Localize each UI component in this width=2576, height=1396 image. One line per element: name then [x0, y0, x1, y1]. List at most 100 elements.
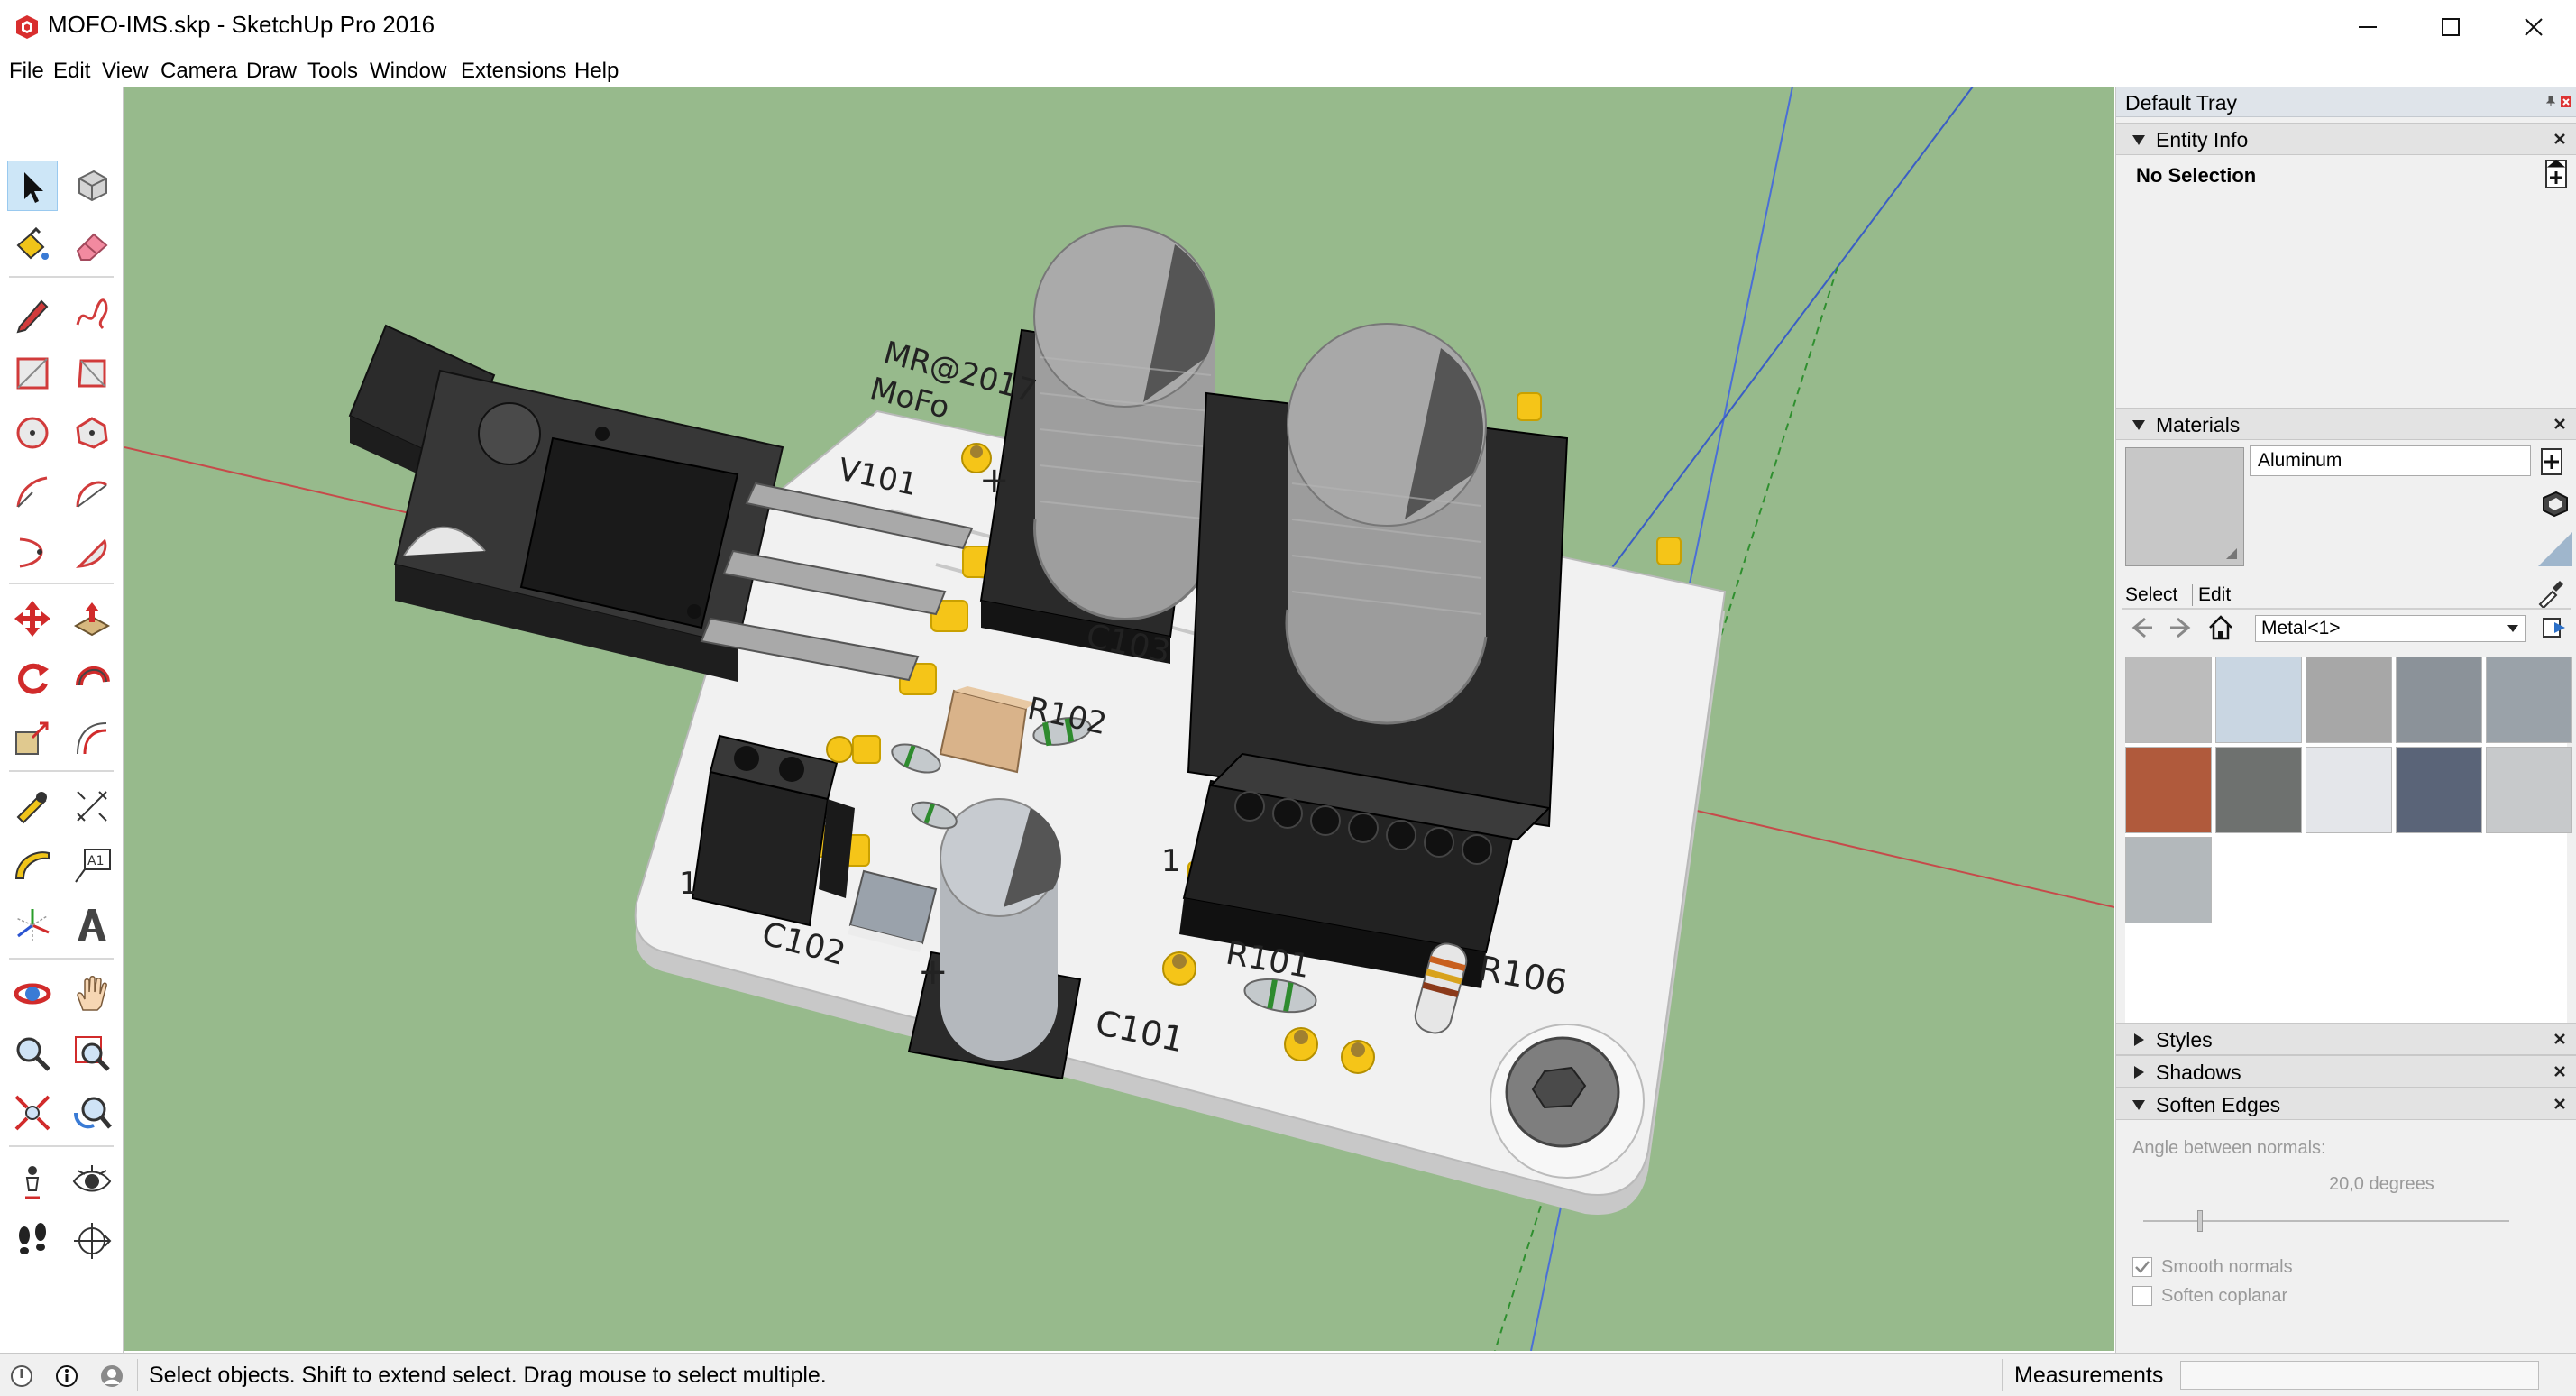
- menu-edit[interactable]: Edit: [53, 56, 90, 87]
- material-swatch[interactable]: [2215, 747, 2302, 833]
- shadows-header[interactable]: Shadows: [2116, 1055, 2576, 1088]
- materials-header[interactable]: Materials: [2116, 408, 2576, 440]
- zoom-tool-button[interactable]: [7, 1028, 58, 1079]
- pie-tool-button[interactable]: [67, 527, 117, 577]
- pan-tool-button[interactable]: [67, 969, 117, 1019]
- eyedropper-icon[interactable]: [2536, 579, 2565, 608]
- panel-close-icon[interactable]: [2552, 131, 2568, 147]
- angle-slider[interactable]: [2143, 1210, 2509, 1232]
- tab-select[interactable]: Select: [2125, 584, 2177, 606]
- material-swatch[interactable]: [2486, 657, 2572, 743]
- library-value: Metal<1>: [2261, 618, 2341, 638]
- material-swatch[interactable]: [2125, 747, 2212, 833]
- text-tool-button[interactable]: A1: [67, 840, 117, 891]
- close-button[interactable]: [2492, 0, 2575, 56]
- three-point-arc-button[interactable]: [7, 527, 58, 577]
- panel-close-icon[interactable]: [2552, 416, 2568, 432]
- material-swatch[interactable]: [2396, 657, 2482, 743]
- offset-tool-button[interactable]: [67, 712, 117, 763]
- move-tool-button[interactable]: [7, 593, 58, 644]
- eye-icon: [72, 1165, 112, 1192]
- material-swatch[interactable]: [2125, 657, 2212, 743]
- line-tool-button[interactable]: [7, 289, 58, 339]
- smooth-normals-checkbox[interactable]: [2132, 1257, 2152, 1277]
- model-materials-icon[interactable]: [2538, 489, 2571, 519]
- home-icon[interactable]: [2206, 613, 2235, 642]
- axes-tool-button[interactable]: [7, 900, 58, 951]
- look-around-button[interactable]: [67, 1156, 117, 1207]
- tray-close-icon[interactable]: [2561, 96, 2571, 107]
- eraser-button[interactable]: [67, 220, 117, 271]
- section-plane-button[interactable]: [67, 1216, 117, 1266]
- footprints-icon: [19, 1223, 46, 1254]
- menu-file[interactable]: File: [9, 56, 44, 87]
- freehand-tool-button[interactable]: [67, 289, 117, 339]
- zoom-window-button[interactable]: [67, 1028, 117, 1079]
- panel-close-icon[interactable]: [2552, 1096, 2568, 1112]
- menu-window[interactable]: Window: [370, 56, 446, 87]
- pin-icon[interactable]: [2546, 96, 2555, 106]
- protractor-button[interactable]: [7, 840, 58, 891]
- menu-help[interactable]: Help: [574, 56, 619, 87]
- select-tool-button[interactable]: [7, 161, 58, 211]
- model-viewport[interactable]: MR@2017 MoFo V101 R102 C103 C102 C101 R1…: [124, 87, 2114, 1351]
- tab-edit[interactable]: Edit: [2192, 584, 2231, 606]
- expand-arrow-icon: [2132, 420, 2145, 430]
- rotated-rectangle-button[interactable]: [67, 348, 117, 399]
- maximize-button[interactable]: [2409, 0, 2492, 56]
- menu-view[interactable]: View: [102, 56, 149, 87]
- close-icon: [2525, 18, 2543, 36]
- 3d-text-button[interactable]: [67, 900, 117, 951]
- geo-location-icon[interactable]: [9, 1364, 34, 1389]
- menu-camera[interactable]: Camera: [160, 56, 237, 87]
- material-name-field[interactable]: Aluminum: [2250, 445, 2531, 476]
- two-point-arc-button[interactable]: [67, 467, 117, 518]
- material-swatch[interactable]: [2215, 657, 2302, 743]
- scale-tool-button[interactable]: [7, 712, 58, 763]
- angle-value: 20,0 degrees: [2329, 1174, 2434, 1194]
- material-swatch[interactable]: [2125, 837, 2212, 923]
- paint-bucket-button[interactable]: [7, 220, 58, 271]
- panel-close-icon[interactable]: [2552, 1063, 2568, 1079]
- forward-arrow-icon[interactable]: [2168, 615, 2194, 640]
- panel-close-icon[interactable]: [2552, 1031, 2568, 1047]
- measurements-input[interactable]: [2180, 1361, 2539, 1390]
- details-arrow-icon[interactable]: [2542, 615, 2567, 640]
- menu-extensions[interactable]: Extensions: [461, 56, 566, 87]
- user-account-icon[interactable]: [99, 1364, 124, 1389]
- rotate-tool-button[interactable]: [7, 653, 58, 703]
- dimension-tool-button[interactable]: [67, 781, 117, 831]
- material-swatch[interactable]: [2396, 747, 2482, 833]
- polygon-tool-button[interactable]: [67, 408, 117, 458]
- entity-info-header[interactable]: Entity Info: [2116, 123, 2576, 155]
- soften-edges-header[interactable]: Soften Edges: [2116, 1088, 2576, 1120]
- rectangle-tool-button[interactable]: [7, 348, 58, 399]
- minimize-button[interactable]: [2326, 0, 2409, 56]
- make-component-button[interactable]: [67, 161, 117, 211]
- entity-details-toggle-icon[interactable]: [2544, 159, 2568, 189]
- circle-tool-button[interactable]: [7, 408, 58, 458]
- push-pull-button[interactable]: [67, 593, 117, 644]
- material-swatch[interactable]: [2306, 747, 2392, 833]
- info-icon[interactable]: [54, 1364, 79, 1389]
- material-swatch[interactable]: [2486, 747, 2572, 833]
- menu-draw[interactable]: Draw: [246, 56, 297, 87]
- label-pin1-right: 1: [1161, 843, 1181, 879]
- walk-tool-button[interactable]: [7, 1216, 58, 1266]
- zoom-extents-button[interactable]: [7, 1088, 58, 1138]
- orbit-tool-button[interactable]: [7, 969, 58, 1019]
- menu-tools[interactable]: Tools: [307, 56, 358, 87]
- previous-view-button[interactable]: [67, 1088, 117, 1138]
- material-library-select[interactable]: Metal<1>: [2255, 615, 2526, 642]
- styles-header[interactable]: Styles: [2116, 1023, 2576, 1055]
- slider-thumb[interactable]: [2197, 1210, 2203, 1232]
- back-arrow-icon[interactable]: [2129, 615, 2154, 640]
- tape-measure-button[interactable]: [7, 781, 58, 831]
- soften-coplanar-checkbox[interactable]: [2132, 1286, 2152, 1306]
- arc-tool-button[interactable]: [7, 467, 58, 518]
- measurements-label: Measurements: [2014, 1363, 2164, 1388]
- material-swatch[interactable]: [2306, 657, 2392, 743]
- create-material-icon[interactable]: [2540, 447, 2563, 476]
- position-camera-button[interactable]: [7, 1156, 58, 1207]
- follow-me-button[interactable]: [67, 653, 117, 703]
